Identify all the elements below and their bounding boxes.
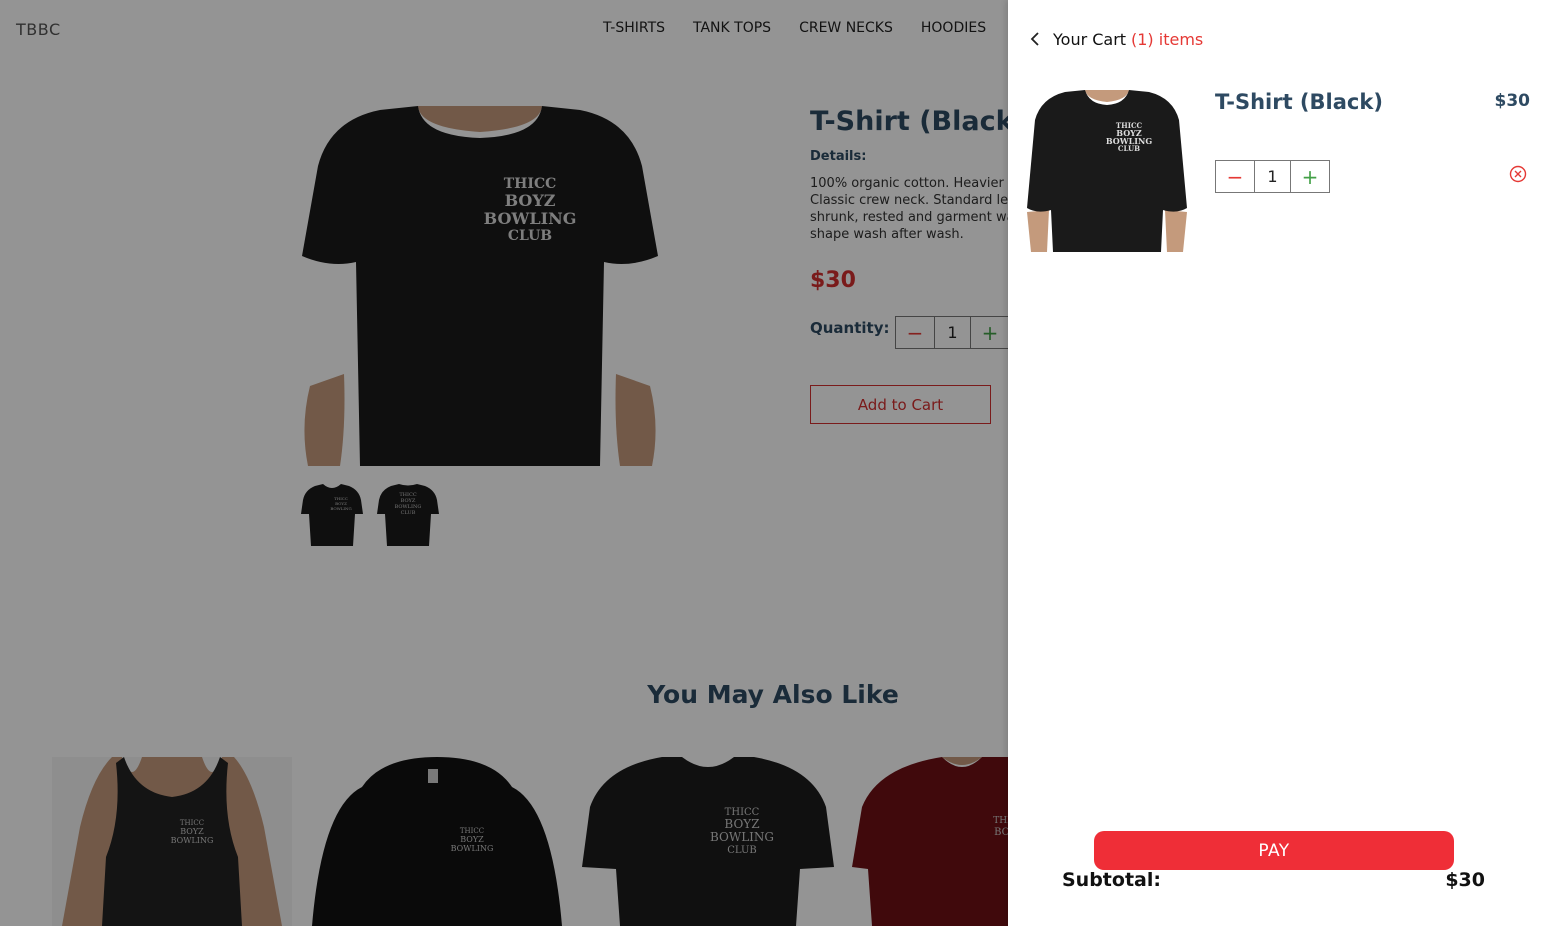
- pay-button[interactable]: PAY: [1094, 831, 1454, 870]
- cart-item-price: $30: [1494, 91, 1531, 111]
- cart-increase-quantity-button[interactable]: +: [1291, 161, 1329, 192]
- cart-title: Your Cart: [1053, 30, 1127, 49]
- cart-drawer: Your Cart (1) items THICC BOYZ BOWLING C…: [1008, 0, 1546, 926]
- cart-item-image: THICC BOYZ BOWLING CLUB: [1027, 90, 1187, 252]
- svg-text:CLUB: CLUB: [1118, 144, 1140, 153]
- cart-quantity-stepper: − 1 +: [1215, 160, 1330, 193]
- chevron-left-icon[interactable]: [1028, 29, 1042, 49]
- page-dim-overlay[interactable]: [0, 0, 1008, 926]
- cart-item-count: (1) items: [1131, 30, 1204, 49]
- cart-item-name[interactable]: T-Shirt (Black): [1215, 90, 1383, 114]
- remove-item-icon[interactable]: [1509, 165, 1527, 183]
- cart-quantity-value[interactable]: 1: [1254, 161, 1291, 192]
- subtotal-value: $30: [1445, 869, 1485, 891]
- subtotal-label: Subtotal:: [1062, 869, 1161, 891]
- cart-decrease-quantity-button[interactable]: −: [1216, 161, 1254, 192]
